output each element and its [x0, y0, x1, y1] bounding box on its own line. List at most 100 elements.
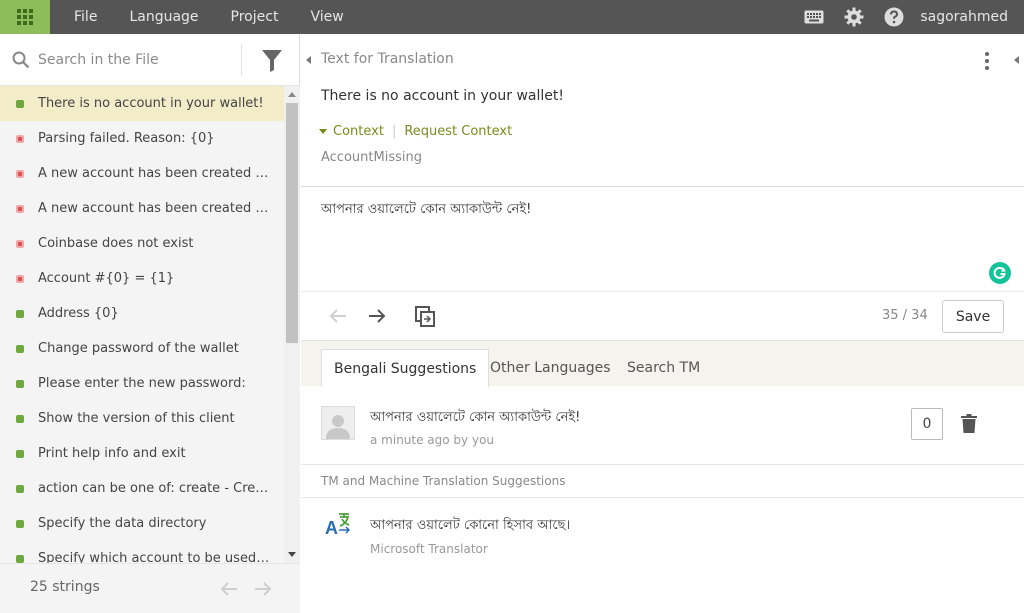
context-row: Context | Request Context — [319, 124, 512, 139]
tab-bengali-suggestions[interactable]: Bengali Suggestions — [321, 349, 490, 387]
list-item[interactable]: A new account has been created and ... — [0, 156, 284, 191]
list-item[interactable]: Account #{0} = {1} — [0, 261, 284, 296]
string-list-panel: There is no account in your wallet! Pars… — [0, 34, 300, 613]
status-untranslated-icon — [16, 275, 24, 283]
translation-input[interactable]: আপনার ওয়ালেটে কোন অ্যাকাউন্ট নেই! — [321, 200, 1001, 280]
status-untranslated-icon — [16, 240, 24, 248]
string-list: There is no account in your wallet! Pars… — [0, 86, 284, 563]
list-item[interactable]: Parsing failed. Reason: {0} — [0, 121, 284, 156]
status-translated-icon — [16, 520, 24, 528]
settings-button[interactable] — [834, 0, 874, 34]
status-translated-icon — [16, 485, 24, 493]
context-toggle-icon[interactable] — [319, 129, 327, 134]
previous-page-icon[interactable] — [218, 578, 240, 600]
gear-icon — [844, 7, 864, 27]
status-translated-icon — [16, 415, 24, 423]
list-item-text: action can be one of: create - Create ..… — [38, 481, 284, 496]
vote-count[interactable]: 0 — [911, 408, 943, 440]
list-item[interactable]: Coinbase does not exist — [0, 226, 284, 261]
status-translated-icon — [16, 310, 24, 318]
context-separator: | — [391, 124, 397, 139]
arrow-left-icon — [329, 309, 346, 323]
list-item[interactable]: action can be one of: create - Create ..… — [0, 471, 284, 506]
list-item[interactable]: Specify the data directory — [0, 506, 284, 541]
svg-text:A: A — [325, 518, 338, 538]
keyboard-icon — [804, 10, 824, 24]
menu-project[interactable]: Project — [215, 0, 295, 34]
copy-source-icon — [415, 306, 435, 327]
list-item-text: Change password of the wallet — [38, 341, 239, 356]
machine-suggestion: A আপনার ওয়ালেট কোনো হিসাব আছে। Microsof… — [301, 498, 1024, 568]
filter-icon — [262, 50, 282, 72]
machine-suggestion-source: Microsoft Translator — [370, 542, 488, 556]
scroll-thumb[interactable] — [286, 103, 298, 343]
list-item-text: Specify the data directory — [38, 516, 207, 531]
next-page-icon[interactable] — [252, 578, 274, 600]
list-item-text: Address {0} — [38, 306, 119, 321]
list-item[interactable]: Please enter the new password: — [0, 366, 284, 401]
menu-language[interactable]: Language — [113, 0, 214, 34]
source-text: There is no account in your wallet! — [321, 88, 564, 104]
keyboard-button[interactable] — [794, 0, 834, 34]
app-window: File Language Project View sagorahmed Se… — [0, 0, 1024, 613]
character-counter: 35 / 34 — [882, 308, 928, 323]
status-untranslated-icon — [16, 170, 24, 178]
menu-view[interactable]: View — [294, 0, 359, 34]
help-button[interactable] — [874, 0, 914, 34]
list-item-text: Print help info and exit — [38, 446, 186, 461]
machine-suggestion-text[interactable]: আপনার ওয়ালেট কোনো হিসাব আছে। — [370, 516, 570, 537]
list-item[interactable]: Specify which account to be used as — [0, 541, 284, 563]
top-bar: File Language Project View sagorahmed — [0, 0, 1024, 34]
menu-file[interactable]: File — [58, 0, 113, 34]
divider — [301, 186, 1024, 187]
request-context-link[interactable]: Request Context — [404, 124, 512, 139]
list-item[interactable]: There is no account in your wallet! — [0, 86, 284, 121]
list-item-text: Parsing failed. Reason: {0} — [38, 131, 215, 146]
search-divider — [241, 44, 242, 76]
more-options-button[interactable] — [977, 50, 997, 72]
next-string-button[interactable] — [365, 304, 389, 328]
list-item[interactable]: Show the version of this client — [0, 401, 284, 436]
list-item-text: There is no account in your wallet! — [38, 96, 264, 111]
list-item-text: Account #{0} = {1} — [38, 271, 175, 286]
copy-source-button[interactable] — [413, 304, 437, 328]
trash-icon[interactable] — [961, 414, 977, 433]
list-item-text: Show the version of this client — [38, 411, 235, 426]
filter-button[interactable] — [258, 49, 286, 73]
list-item-text: Coinbase does not exist — [38, 236, 194, 251]
tab-search-tm[interactable]: Search TM — [615, 349, 712, 387]
list-item-text: Please enter the new password: — [38, 376, 246, 391]
list-item[interactable]: Print help info and exit — [0, 436, 284, 471]
string-count: 25 strings — [30, 579, 100, 595]
context-toggle[interactable]: Context — [333, 124, 384, 139]
translator-icon: A — [325, 513, 351, 538]
list-item[interactable]: Change password of the wallet — [0, 331, 284, 366]
status-translated-icon — [16, 380, 24, 388]
status-translated-icon — [16, 100, 24, 108]
list-item[interactable]: Address {0} — [0, 296, 284, 331]
apps-grid-button[interactable] — [0, 0, 50, 34]
grammarly-g-icon — [993, 266, 1006, 279]
status-translated-icon — [16, 345, 24, 353]
list-footer: 25 strings — [0, 563, 300, 613]
scroll-down-arrow-icon[interactable] — [288, 552, 296, 557]
apps-grid-icon — [17, 9, 33, 25]
previous-string-button[interactable] — [326, 304, 350, 328]
search-input[interactable] — [38, 48, 236, 72]
scroll-up-arrow-icon[interactable] — [288, 92, 296, 97]
tab-other-languages[interactable]: Other Languages — [478, 349, 623, 387]
list-scrollbar[interactable] — [284, 86, 300, 563]
list-item[interactable]: A new account has been created for ... — [0, 191, 284, 226]
suggestion-meta: a minute ago by you — [370, 433, 495, 447]
suggestions-tabs: Bengali Suggestions Other Languages Sear… — [301, 340, 1024, 387]
status-untranslated-icon — [16, 135, 24, 143]
editor-actions: 35 / 34 Save — [301, 292, 1024, 340]
search-icon — [12, 51, 30, 69]
context-key: AccountMissing — [321, 150, 422, 165]
save-button[interactable]: Save — [942, 300, 1004, 333]
user-menu[interactable]: sagorahmed — [914, 9, 1024, 25]
suggestion-text[interactable]: আপনার ওয়ালেটে কোন অ্যাকাউন্ট নেই! — [370, 408, 580, 429]
arrow-right-icon — [369, 309, 386, 323]
topbar-right: sagorahmed — [794, 0, 1024, 34]
grammarly-icon[interactable] — [989, 262, 1011, 284]
